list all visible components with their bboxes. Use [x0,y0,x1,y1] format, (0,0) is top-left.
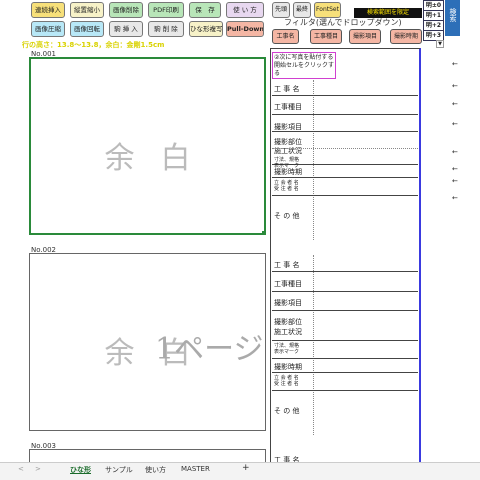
save-button[interactable]: 保 存 [189,2,221,18]
continuous-insert-button[interactable]: 連続挿入 [31,2,65,18]
field-line [272,271,418,272]
page-border [270,48,271,462]
filter-satsuei-jiki-button[interactable]: 撮影時期 [390,29,422,44]
row-marker-icon: ← [452,177,458,185]
field-sonota: そ の 他 [274,407,300,415]
field-line [272,131,418,132]
search-button[interactable]: 検索 [445,0,460,36]
row-marker-icon: ← [452,165,458,173]
sheet-tab-sample[interactable]: サンプル [105,465,133,475]
photo-placeholder: 余白 [104,141,217,176]
field-satsuei-bui: 撮影部位 [274,318,302,326]
sheet-tab-hinagata[interactable]: ひな形 [70,465,91,475]
sheet-tab-howto[interactable]: 使い方 [145,465,166,475]
row-marker-icon: ← [452,82,458,90]
sheet-tab-master[interactable]: MASTER [181,465,210,473]
font-set-button[interactable]: FontSet [314,2,341,18]
row-marker-icon: ← [452,120,458,128]
delete-image-button[interactable]: 画像削除 [109,2,143,18]
field-koji-shumoku: 工事種目 [274,280,302,288]
field-koji-mei: 工 事 名 [274,261,300,269]
field-seko-jokyo: 施工状況 [274,328,302,336]
selection-handle[interactable] [262,231,266,235]
pull-down-button[interactable]: Pull-Down [226,21,264,37]
field-satsuei-jiki: 撮影時期 [274,363,302,371]
row-marker-icon: ← [452,194,458,202]
page-overlay: 1ページ [155,332,264,367]
field-names: 立 会 者 名受 注 者 名 [274,375,319,387]
rotate-image-button[interactable]: 画像回転 [70,21,104,37]
field-names: 立 会 者 名受 注 者 名 [274,180,319,192]
instruction-note: ②次に写真を貼付する開始セルをクリックする [272,52,336,79]
how-to-use-button[interactable]: 使 い 方 [226,2,264,18]
next-sheet-button[interactable]: > [35,465,41,473]
portrait-shrink-button[interactable]: 縦置縮小 [70,2,104,18]
first-button[interactable]: 先頭 [272,2,290,18]
field-line [272,340,418,341]
row-marker-icon: ← [452,60,458,68]
field-sonota: そ の 他 [274,212,300,220]
page-border-top [270,48,420,49]
field-jutaku: 受 注 者 名 [274,381,299,387]
field-line [272,148,418,149]
field-jutaku: 受 注 者 名 [274,186,299,192]
field-koji-mei: 工 事 名 [274,85,300,93]
delete-frame-button[interactable]: 駒 削 除 [148,21,184,37]
page-border-right [419,48,421,462]
field-sunpo-2: 表示マーク [274,349,300,355]
field-line [272,95,418,96]
row-marker-icon: ← [452,148,458,156]
field-line [272,177,418,178]
field-satsuei-komoku: 撮影項目 [274,299,302,307]
pdf-print-button[interactable]: PDF印刷 [148,2,184,18]
filter-koji-shumoku-button[interactable]: 工事種目 [310,29,342,44]
field-satsuei-jiki: 撮影時期 [274,168,302,176]
compress-image-button[interactable]: 画像圧縮 [31,21,65,37]
field-line [272,195,418,196]
field-line [272,372,418,373]
field-line [272,114,418,115]
dropdown-arrow-icon[interactable]: ▼ [436,40,444,48]
last-button[interactable]: 最終 [293,2,311,18]
copy-template-button[interactable]: ひな形複写 [189,21,223,37]
field-line [272,390,418,391]
add-sheet-button[interactable]: + [242,463,250,473]
field-line [272,291,418,292]
filter-koji-mei-button[interactable]: 工事名 [272,29,299,44]
row-info: 行の高さ：13.8～13.8，余白：金剛1.5cm [22,41,165,49]
row-marker-icon: ← [452,100,458,108]
filter-label: フィルタ(選んでドロップダウン) [284,18,402,27]
photo-frame-1[interactable]: 余白 [29,57,266,235]
prev-sheet-button[interactable]: < [18,465,24,473]
field-koji-shumoku: 工事種目 [274,103,302,111]
filter-satsuei-komoku-button[interactable]: 撮影項目 [349,29,381,44]
field-line [272,310,418,311]
field-sunpo: 寸法、規格 表示マーク [274,343,319,355]
insert-frame-button[interactable]: 駒 挿 入 [109,21,143,37]
search-label: 検索 [449,8,457,22]
field-line [272,358,418,359]
